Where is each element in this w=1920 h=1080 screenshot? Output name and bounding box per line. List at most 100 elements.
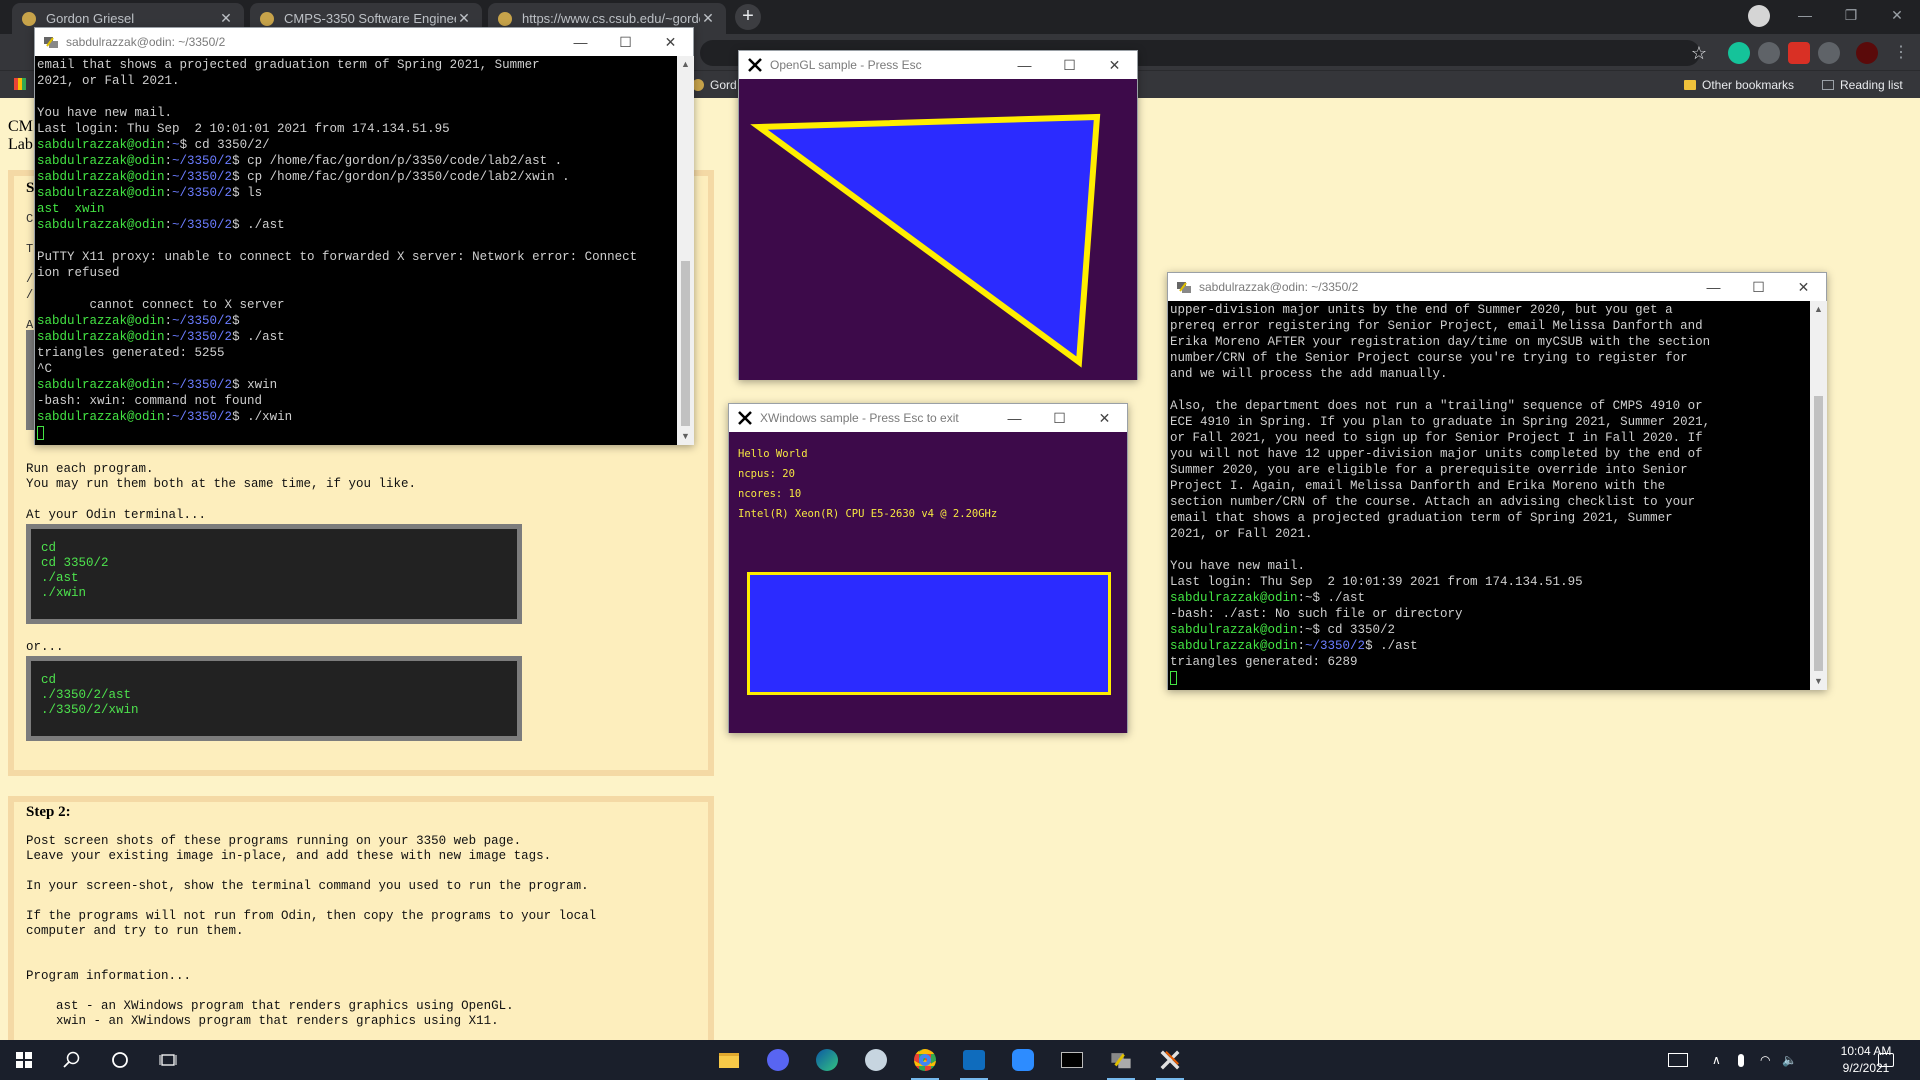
reading-list[interactable]: Reading list (1822, 78, 1903, 92)
terminal-text: 2021, or Fall 2021. (37, 74, 180, 88)
terminal-text: ~/3350/2 (172, 186, 233, 200)
terminal-text: ~/3350/2 (172, 314, 233, 328)
volume-icon[interactable]: 🔈 (1782, 1040, 1797, 1080)
steam-icon[interactable] (852, 1040, 900, 1080)
terminal-cursor-line (37, 425, 675, 441)
other-bookmarks[interactable]: Other bookmarks (1684, 78, 1794, 92)
tab-close-icon[interactable]: ✕ (456, 10, 472, 27)
bookmark-star-icon[interactable]: ☆ (1688, 42, 1710, 64)
grammarly-icon[interactable] (1728, 42, 1750, 64)
scroll-up-icon[interactable]: ▲ (1810, 301, 1827, 318)
puzzle-icon[interactable] (1818, 42, 1840, 64)
terminal-line: email that shows a projected graduation … (37, 57, 675, 73)
close-icon[interactable]: ✕ (1874, 0, 1920, 30)
terminal-text: section number/CRN of the course. Attach… (1170, 495, 1696, 509)
terminal-output[interactable]: email that shows a projected graduation … (35, 56, 677, 445)
close-icon[interactable]: ✕ (1781, 273, 1826, 301)
terminal-scrollbar[interactable]: ▲ ▼ (677, 56, 694, 445)
terminal-text: $ cd 3350/2/ (179, 138, 270, 152)
minimize-icon[interactable]: — (1691, 273, 1736, 301)
scroll-down-icon[interactable]: ▼ (677, 428, 694, 445)
side-letter: / (26, 288, 34, 302)
terminal-text: :~$ ./ast (1297, 591, 1366, 605)
terminal-line: sabdulrazzak@odin:~/3350/2$ (37, 313, 675, 329)
chevron-up-icon[interactable]: ∧ (1712, 1040, 1721, 1080)
wifi-icon[interactable]: ◠ (1760, 1040, 1770, 1080)
xming-icon[interactable] (1146, 1040, 1194, 1080)
terminal-text: ~/3350/2 (172, 170, 233, 184)
tab-search-icon[interactable] (1748, 5, 1770, 27)
terminal-text: ~/3350/2 (172, 330, 233, 344)
terminal-scrollbar[interactable]: ▲ ▼ (1810, 301, 1827, 690)
new-tab-button[interactable]: + (735, 4, 761, 30)
page-subtitle-fragment: Lab (8, 136, 33, 153)
terminal-line: You have new mail. (1170, 558, 1808, 574)
terminal-line: Project I. Again, email Melissa Danforth… (1170, 478, 1808, 494)
cortana-icon[interactable] (96, 1040, 144, 1080)
terminal-text: :~$ cd 3350/2 (1297, 623, 1396, 637)
terminal-text: : (164, 170, 173, 184)
windows-start-icon[interactable] (0, 1040, 48, 1080)
terminal-line: sabdulrazzak@odin:~$ cd 3350/2 (1170, 622, 1808, 638)
search-icon[interactable] (48, 1040, 96, 1080)
input-indicator-icon[interactable] (1668, 1040, 1688, 1080)
terminal-line: sabdulrazzak@odin:~/3350/2$ ./xwin (37, 409, 675, 425)
chrome-icon[interactable] (901, 1040, 949, 1080)
scroll-down-icon[interactable]: ▼ (1810, 673, 1827, 690)
putty-icon[interactable] (1097, 1040, 1145, 1080)
task-view-icon[interactable] (144, 1040, 192, 1080)
maximize-icon[interactable]: ☐ (1736, 273, 1781, 301)
terminal-text: Summer 2020, you are eligible for a prer… (1170, 463, 1688, 477)
terminal-cursor (37, 425, 44, 440)
zoom-icon[interactable] (999, 1040, 1047, 1080)
terminal-text: sabdulrazzak@odin (1170, 639, 1298, 653)
apps-icon[interactable] (14, 78, 26, 90)
action-center-icon[interactable] (1878, 1040, 1894, 1080)
terminal-text: you will not have 12 upper-division majo… (1170, 447, 1703, 461)
restore-icon[interactable]: ❐ (1828, 0, 1874, 30)
menu-kebab-icon[interactable]: ⋮ (1890, 42, 1912, 64)
file-explorer-icon[interactable] (705, 1040, 753, 1080)
terminal-output[interactable]: upper-division major units by the end of… (1168, 301, 1810, 690)
extension-icon[interactable] (1758, 42, 1780, 64)
discord-icon[interactable] (754, 1040, 802, 1080)
bookmark-gord[interactable]: Gord (692, 78, 737, 92)
profile-avatar[interactable] (1856, 42, 1878, 64)
minimize-icon[interactable]: — (992, 404, 1037, 432)
window-title: OpenGL sample - Press Esc (770, 58, 922, 72)
close-icon[interactable]: ✕ (1082, 404, 1127, 432)
terminal-text: prereq error registering for Senior Proj… (1170, 319, 1703, 333)
close-icon[interactable]: ✕ (1092, 51, 1137, 79)
edge-icon[interactable] (803, 1040, 851, 1080)
terminal-text: sabdulrazzak@odin (37, 330, 165, 344)
terminal-text: Project I. Again, email Melissa Danforth… (1170, 479, 1666, 493)
terminal-text: You have new mail. (37, 106, 173, 120)
minimize-icon[interactable]: — (1002, 51, 1047, 79)
reading-list-label: Reading list (1840, 78, 1903, 92)
scroll-up-icon[interactable]: ▲ (677, 56, 694, 73)
terminal-text: sabdulrazzak@odin (37, 378, 165, 392)
scrollbar-thumb[interactable] (681, 261, 690, 426)
maximize-icon[interactable]: ☐ (1037, 404, 1082, 432)
tab-close-icon[interactable]: ✕ (218, 10, 234, 27)
maximize-icon[interactable]: ☐ (1047, 51, 1092, 79)
terminal-text: sabdulrazzak@odin (37, 138, 165, 152)
terminal-line: sabdulrazzak@odin:~/3350/2$ cp /home/fac… (37, 153, 675, 169)
outlook-icon[interactable] (950, 1040, 998, 1080)
terminal-line: prereq error registering for Senior Proj… (1170, 318, 1808, 334)
terminal-text: sabdulrazzak@odin (37, 410, 165, 424)
terminal-line: upper-division major units by the end of… (1170, 302, 1808, 318)
terminal-text: sabdulrazzak@odin (1170, 591, 1298, 605)
minimize-icon[interactable]: — (558, 28, 603, 56)
maximize-icon[interactable]: ☐ (603, 28, 648, 56)
extension-red-icon[interactable] (1788, 42, 1810, 64)
terminal-text: ~ (172, 138, 180, 152)
minimize-icon[interactable]: — (1782, 0, 1828, 30)
tab-close-icon[interactable]: ✕ (700, 10, 716, 27)
terminal-text: number/CRN of the Senior Project course … (1170, 351, 1688, 365)
microphone-icon[interactable] (1738, 1040, 1744, 1080)
scrollbar-thumb[interactable] (1814, 396, 1823, 671)
close-icon[interactable]: ✕ (648, 28, 693, 56)
terminal-icon[interactable] (1048, 1040, 1096, 1080)
